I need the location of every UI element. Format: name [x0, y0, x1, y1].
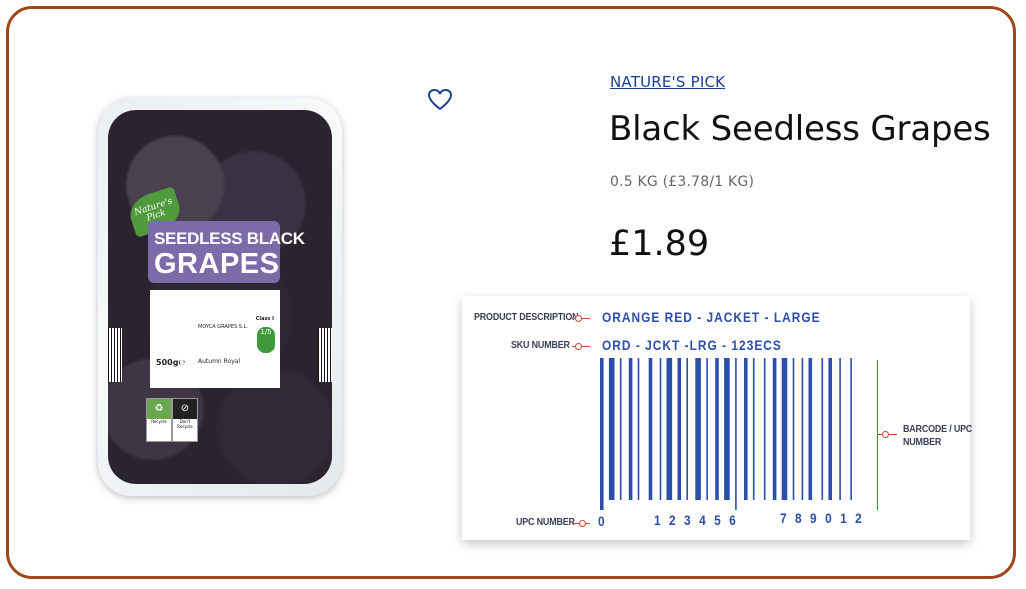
- pack-class: Class I: [255, 316, 274, 322]
- connector-dot: [575, 343, 582, 350]
- barcode-bar: [695, 358, 701, 500]
- product-price: £1.89: [609, 224, 710, 264]
- upc-first-digit: 0: [598, 513, 606, 529]
- barcode-bar: [648, 358, 653, 500]
- unit-price: 0.5 KG (£3.78/1 KG): [610, 174, 755, 190]
- barcode-bar: [828, 358, 832, 500]
- no-recycle-icon: ⊘: [173, 399, 197, 419]
- barcode-bar: [628, 358, 633, 500]
- barcode-diagram[interactable]: PRODUCT DESCRIPTION ORANGE RED - JACKET …: [462, 296, 973, 540]
- barcode-bar: [715, 358, 719, 500]
- barcode-bar: [619, 358, 622, 500]
- barcode-bar: [850, 358, 852, 500]
- sku-value: ORD - JCKT -LRG - 123ECS: [602, 337, 782, 353]
- barcode-bar: [706, 358, 708, 500]
- barcode-bar: [735, 358, 737, 510]
- barcode-bar: [677, 358, 682, 500]
- pack-variety: Autumn Royal: [198, 358, 241, 365]
- upc-group-2: 7 8 9 0 1 2: [780, 510, 865, 526]
- pack-weight: 500g℮: [156, 358, 186, 367]
- barcode-bracket: [877, 360, 878, 510]
- sku-label: SKU NUMBER: [511, 339, 570, 351]
- pack-title-line2: GRAPES: [154, 248, 280, 280]
- barcode-bar: [608, 358, 615, 500]
- connector-dot: [575, 315, 582, 322]
- barcode-bar: [801, 358, 804, 500]
- barcode-bar: [821, 358, 824, 500]
- barcode-bar: [808, 358, 813, 500]
- barcode-bar: [600, 358, 604, 510]
- barcode-bar: [686, 358, 688, 500]
- pack-info-label: MOYCA GRAPES S.L. Class I 1/5 500g℮ Autu…: [150, 290, 280, 388]
- portion-badge: 1/5: [257, 327, 275, 353]
- barcode-bar: [666, 358, 673, 500]
- recycle-icon: ♻: [147, 399, 171, 419]
- pack-title-line1: SEEDLESS BLACK: [154, 229, 305, 248]
- barcode-bar: [752, 358, 755, 500]
- pack-title-label: SEEDLESS BLACK GRAPES: [148, 221, 305, 283]
- barcode-bar: [772, 358, 777, 500]
- barcode-bar: [792, 358, 795, 500]
- barcode-label-line2: NUMBER: [903, 436, 942, 448]
- pack-grower: MOYCA GRAPES S.L.: [198, 324, 248, 330]
- product-description-value: ORANGE RED - JACKET - LARGE: [602, 309, 821, 325]
- barcode-bar: [659, 358, 662, 500]
- recycle-badge: ♻ Recycle: [146, 398, 172, 442]
- barcode-bar: [637, 358, 640, 500]
- upc-label: UPC NUMBER: [516, 516, 575, 528]
- heart-outline-icon[interactable]: [427, 88, 453, 112]
- pack-barcode-left: [108, 328, 122, 382]
- connector-dot: [579, 520, 586, 527]
- connector-dot: [882, 431, 889, 438]
- barcode-bar: [839, 358, 841, 500]
- barcode-bars: [600, 358, 852, 510]
- upc-group-1: 1 2 3 4 5 6: [654, 512, 739, 528]
- barcode-bar: [724, 358, 730, 500]
- barcode-bar: [781, 358, 788, 500]
- product-image[interactable]: Nature's Pick SEEDLESS BLACK GRAPES MOYC…: [98, 98, 342, 496]
- barcode-bar: [763, 358, 766, 500]
- product-title: Black Seedless Grapes: [609, 109, 991, 149]
- barcode-label-line1: BARCODE / UPC: [903, 423, 973, 435]
- film-badge: ⊘ Don't Recycle: [172, 398, 198, 442]
- product-description-label: PRODUCT DESCRIPTION: [474, 311, 579, 323]
- pack-barcode-right: [318, 328, 332, 382]
- barcode-bar: [744, 358, 748, 500]
- brand-link[interactable]: NATURE'S PICK: [610, 73, 725, 91]
